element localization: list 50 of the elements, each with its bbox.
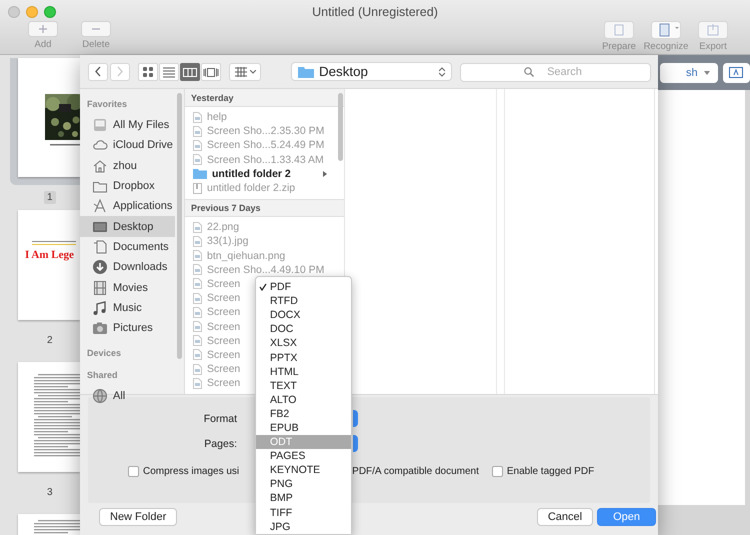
sidebar-item[interactable]: zhou bbox=[80, 156, 175, 176]
menu-item[interactable]: TIFF bbox=[256, 506, 351, 520]
location-popup[interactable]: Desktop bbox=[291, 62, 452, 81]
menu-item[interactable]: EPUB bbox=[256, 420, 351, 436]
menu-item[interactable]: DOCX bbox=[256, 308, 351, 322]
file-item[interactable]: untitled folder 2 bbox=[185, 166, 335, 181]
menu-item[interactable]: RTFD bbox=[256, 294, 351, 308]
language-popup[interactable]: sh bbox=[660, 62, 718, 82]
menu-item[interactable]: KEYNOTE bbox=[256, 463, 351, 478]
menu-item[interactable]: TEXT bbox=[256, 378, 351, 393]
menu-item[interactable]: PDF bbox=[256, 280, 351, 294]
page-number: 2 bbox=[46, 334, 54, 347]
section-heading: Favorites bbox=[86, 98, 128, 111]
sidebar-item[interactable]: iCloud Drive bbox=[80, 135, 175, 156]
menu-item[interactable]: DOC bbox=[256, 322, 351, 336]
page-number: 1 bbox=[44, 191, 56, 204]
sidebar-item[interactable]: Applications bbox=[80, 196, 175, 216]
menu-item[interactable]: PPTX bbox=[256, 350, 351, 365]
group-heading: Previous 7 Days bbox=[185, 199, 344, 218]
field-label: Format bbox=[202, 412, 238, 424]
dialog-button[interactable]: New Folder bbox=[99, 508, 178, 526]
sidebar-item[interactable]: Downloads bbox=[80, 257, 175, 278]
search-field[interactable]: Search bbox=[460, 62, 651, 82]
menu-item[interactable]: BMP bbox=[256, 491, 351, 506]
checkbox[interactable]: Compress images usi bbox=[128, 466, 240, 477]
sidebar-item[interactable]: Dropbox bbox=[80, 176, 175, 196]
checkbox-label[interactable]: PDF/A compatible document bbox=[352, 466, 479, 477]
field-label: Pages: bbox=[203, 438, 238, 450]
menu-item[interactable]: ALTO bbox=[256, 392, 351, 407]
sidebar-item[interactable]: All My Files bbox=[80, 115, 175, 136]
dialog-button[interactable]: Cancel bbox=[536, 508, 594, 526]
sidebar-item[interactable]: Documents bbox=[80, 236, 175, 258]
section-heading: Devices bbox=[86, 347, 122, 360]
sidebar-item[interactable]: Movies bbox=[80, 277, 175, 298]
document-title: I Am Lege bbox=[25, 249, 74, 261]
page-number: 3 bbox=[46, 486, 54, 499]
menu-item[interactable]: FB2 bbox=[256, 406, 351, 421]
page-thumbnail[interactable]: I Am Lege bbox=[18, 210, 80, 320]
menu-item[interactable]: PAGES bbox=[256, 449, 351, 464]
sidebar-item[interactable]: Pictures bbox=[80, 318, 175, 338]
sidebar-item[interactable]: Music bbox=[80, 298, 175, 318]
menu-item[interactable]: PNG bbox=[256, 477, 351, 492]
menu-item[interactable]: XLSX bbox=[256, 336, 351, 350]
checkbox[interactable]: Enable tagged PDF bbox=[492, 466, 594, 477]
menu-item[interactable]: HTML bbox=[256, 364, 351, 379]
section-heading: Shared bbox=[86, 369, 119, 382]
group-heading: Yesterday bbox=[185, 89, 344, 107]
sidebar-item[interactable]: Desktop bbox=[80, 216, 175, 237]
menu-item[interactable]: JPG bbox=[256, 520, 351, 534]
window-title: Untitled (Unregistered) bbox=[311, 5, 439, 19]
